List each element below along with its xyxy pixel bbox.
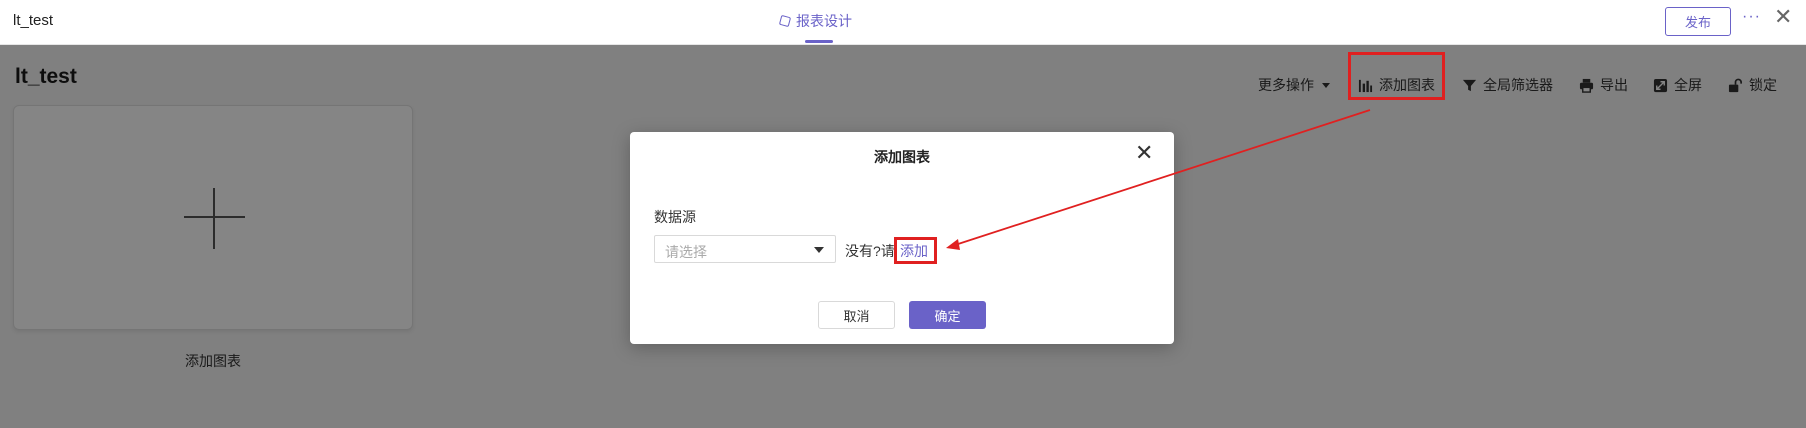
- datasource-select[interactable]: 请选择: [654, 235, 836, 263]
- report-icon: [778, 14, 792, 28]
- dialog-title: 添加图表: [874, 149, 930, 165]
- cancel-button[interactable]: 取消: [818, 301, 895, 329]
- tab-report-design[interactable]: 报表设计: [778, 11, 852, 31]
- annotation-box-add-chart: [1348, 52, 1445, 100]
- no-datasource-text: 没有?请: [845, 243, 895, 259]
- caret-down-icon: [814, 247, 824, 253]
- more-options-icon[interactable]: ···: [1742, 8, 1761, 26]
- close-icon[interactable]: ✕: [1774, 6, 1792, 28]
- annotation-box-add-link: [894, 237, 937, 264]
- tab-report-design-label: 报表设计: [796, 13, 852, 29]
- app-title: lt_test: [13, 12, 54, 29]
- datasource-label: 数据源: [654, 209, 696, 225]
- dialog-close-icon[interactable]: ✕: [1135, 142, 1153, 164]
- top-bar: lt_test 报表设计 发布 ··· ✕: [0, 0, 1806, 45]
- tab-active-indicator: [805, 40, 833, 43]
- confirm-button[interactable]: 确定: [909, 301, 986, 329]
- datasource-select-placeholder: 请选择: [665, 244, 707, 260]
- publish-button[interactable]: 发布: [1665, 7, 1731, 36]
